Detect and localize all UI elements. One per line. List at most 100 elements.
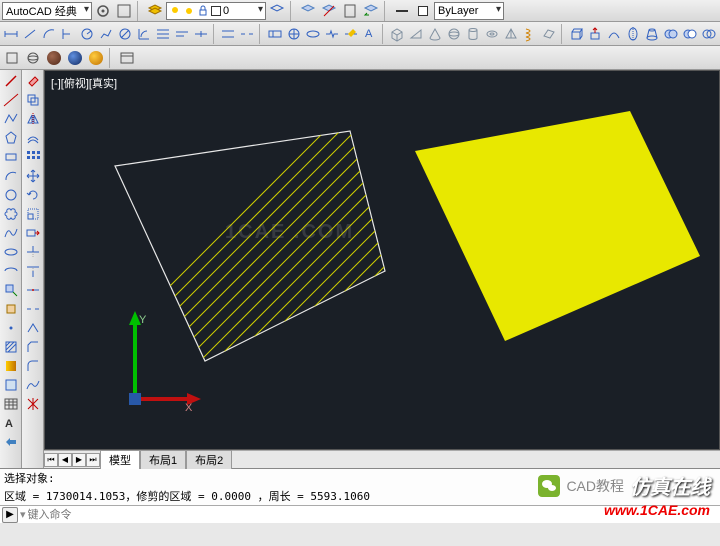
tab-layout1[interactable]: 布局1 — [140, 450, 186, 469]
blend-icon[interactable] — [24, 376, 42, 394]
extrude-icon[interactable] — [567, 24, 585, 44]
dim-edit-icon[interactable] — [342, 24, 360, 44]
chamfer-icon[interactable] — [24, 338, 42, 356]
vs-conceptual-icon[interactable] — [86, 48, 106, 68]
layer-off-icon[interactable] — [319, 1, 339, 21]
drawing-viewport[interactable]: [-][俯视][真实] 1CAE .COM 1CAE .COM — [44, 70, 720, 450]
stretch-icon[interactable] — [24, 224, 42, 242]
helix-icon[interactable] — [521, 24, 539, 44]
offset-icon[interactable] — [24, 129, 42, 147]
dim-angular-icon[interactable] — [135, 24, 153, 44]
torus-icon[interactable] — [483, 24, 501, 44]
break-at-point-icon[interactable] — [24, 281, 42, 299]
break-icon[interactable] — [24, 300, 42, 318]
extend-icon[interactable] — [24, 262, 42, 280]
scale-icon[interactable] — [24, 205, 42, 223]
planar-surf-icon[interactable] — [540, 24, 558, 44]
view-label[interactable]: [-][俯视][真实] — [51, 75, 117, 91]
revcloud-icon[interactable] — [2, 205, 20, 223]
dim-text-edit-icon[interactable]: A — [361, 24, 379, 44]
vs-manage-icon[interactable] — [117, 48, 137, 68]
cone-icon[interactable] — [426, 24, 444, 44]
array-icon[interactable] — [24, 148, 42, 166]
dim-jog-line-icon[interactable] — [323, 24, 341, 44]
tab-layout2[interactable]: 布局2 — [186, 450, 232, 469]
center-mark-icon[interactable] — [285, 24, 303, 44]
move-icon[interactable] — [24, 167, 42, 185]
union-icon[interactable] — [662, 24, 680, 44]
sweep-icon[interactable] — [605, 24, 623, 44]
mirror-icon[interactable] — [24, 110, 42, 128]
xline-icon[interactable] — [2, 91, 20, 109]
subtract-icon[interactable] — [681, 24, 699, 44]
layer-states-icon[interactable] — [340, 1, 360, 21]
dim-linear-icon[interactable] — [2, 24, 20, 44]
circle-icon[interactable] — [2, 186, 20, 204]
addselected-icon[interactable] — [2, 433, 20, 451]
tab-model[interactable]: 模型 — [100, 450, 140, 469]
dim-baseline-icon[interactable] — [173, 24, 191, 44]
dim-radius-icon[interactable] — [78, 24, 96, 44]
linetype-icon[interactable] — [392, 1, 412, 21]
rectangle-icon[interactable] — [2, 148, 20, 166]
command-prompt-icon[interactable]: ▶ — [2, 507, 18, 523]
tab-nav-next[interactable]: ▶ — [72, 453, 86, 467]
tab-nav-last[interactable]: ⏭ — [86, 453, 100, 467]
dim-ordinate-icon[interactable] — [59, 24, 77, 44]
color-picker-icon[interactable] — [413, 1, 433, 21]
tolerance-icon[interactable] — [266, 24, 284, 44]
join-icon[interactable] — [24, 319, 42, 337]
tab-nav-prev[interactable]: ◀ — [58, 453, 72, 467]
dim-space-icon[interactable] — [219, 24, 237, 44]
mtext-icon[interactable]: A — [2, 414, 20, 432]
polyline-icon[interactable] — [2, 110, 20, 128]
linetype-dropdown[interactable]: ByLayer — [434, 2, 504, 20]
spline-icon[interactable] — [2, 224, 20, 242]
point-icon[interactable] — [2, 319, 20, 337]
workspace-settings-icon[interactable] — [93, 1, 113, 21]
vs-hidden-icon[interactable] — [44, 48, 64, 68]
vs-2dwireframe-icon[interactable] — [2, 48, 22, 68]
fillet-icon[interactable] — [24, 357, 42, 375]
presspull-icon[interactable] — [586, 24, 604, 44]
hatch-icon[interactable] — [2, 338, 20, 356]
gradient-icon[interactable] — [2, 357, 20, 375]
dim-quick-icon[interactable] — [154, 24, 172, 44]
copy-icon[interactable] — [24, 91, 42, 109]
ellipse-arc-icon[interactable] — [2, 262, 20, 280]
toolbar-icon-1[interactable] — [114, 1, 134, 21]
table-icon[interactable] — [2, 395, 20, 413]
trim-icon[interactable] — [24, 243, 42, 261]
inspect-icon[interactable] — [304, 24, 322, 44]
wedge-icon[interactable] — [407, 24, 425, 44]
tab-nav-first[interactable]: ⏮ — [44, 453, 58, 467]
insert-block-icon[interactable] — [2, 281, 20, 299]
sphere-icon[interactable] — [445, 24, 463, 44]
vs-wireframe-icon[interactable] — [23, 48, 43, 68]
layer-match-icon[interactable] — [267, 1, 287, 21]
arc-icon[interactable] — [2, 167, 20, 185]
dim-jogged-icon[interactable] — [97, 24, 115, 44]
line-icon[interactable] — [2, 72, 20, 90]
revolve-icon[interactable] — [624, 24, 642, 44]
ellipse-icon[interactable] — [2, 243, 20, 261]
layer-properties-icon[interactable] — [145, 1, 165, 21]
dim-diameter-icon[interactable] — [116, 24, 134, 44]
dim-arc-icon[interactable] — [40, 24, 58, 44]
vs-realistic-icon[interactable] — [65, 48, 85, 68]
make-block-icon[interactable] — [2, 300, 20, 318]
workspace-dropdown[interactable]: AutoCAD 经典 — [2, 2, 92, 20]
explode-icon[interactable] — [24, 395, 42, 413]
intersect-icon[interactable] — [700, 24, 718, 44]
box-icon[interactable] — [388, 24, 406, 44]
region-icon[interactable] — [2, 376, 20, 394]
polygon-icon[interactable] — [2, 129, 20, 147]
dim-continue-icon[interactable] — [192, 24, 210, 44]
cylinder-icon[interactable] — [464, 24, 482, 44]
rotate-icon[interactable] — [24, 186, 42, 204]
loft-icon[interactable] — [643, 24, 661, 44]
layer-freeze-icon[interactable] — [298, 1, 318, 21]
dim-break-icon[interactable] — [238, 24, 256, 44]
layer-prev-icon[interactable] — [361, 1, 381, 21]
dim-aligned-icon[interactable] — [21, 24, 39, 44]
